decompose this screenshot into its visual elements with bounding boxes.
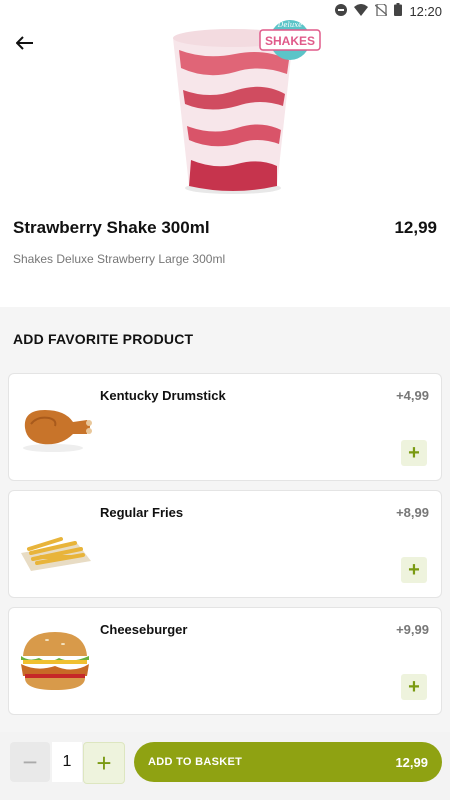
product-name: Kentucky Drumstick (100, 388, 226, 403)
product-card-cheeseburger[interactable]: Cheeseburger +9,99 + (8, 607, 442, 715)
battery-icon (394, 3, 403, 19)
add-favorite-section: ADD FAVORITE PRODUCT Kentucky Drumstick … (0, 307, 450, 800)
product-card-drumstick[interactable]: Kentucky Drumstick +4,99 + (8, 373, 442, 481)
product-image: Deluxe SHAKES (0, 20, 450, 200)
product-header: Strawberry Shake 300ml 12,99 (13, 218, 437, 238)
quantity-value: 1 (52, 742, 82, 782)
product-title: Strawberry Shake 300ml (13, 218, 210, 237)
quantity-decrement-button[interactable]: − (10, 742, 50, 782)
product-extra-price: +4,99 (396, 388, 429, 403)
drumstick-icon (17, 396, 93, 461)
basket-total: 12,99 (395, 754, 428, 770)
product-extra-price: +9,99 (396, 622, 429, 637)
wifi-icon (354, 3, 369, 19)
add-to-basket-button[interactable]: ADD TO BASKET 12,99 (134, 742, 442, 782)
burger-icon (17, 630, 93, 697)
product-extra-price: +8,99 (396, 505, 429, 520)
product-price: 12,99 (394, 218, 437, 237)
add-drumstick-button[interactable]: + (401, 440, 427, 466)
shakes-badge-logo: Deluxe SHAKES (259, 20, 321, 60)
svg-text:SHAKES: SHAKES (265, 34, 315, 48)
status-bar: 12:20 (0, 0, 450, 22)
add-cheeseburger-button[interactable]: + (401, 674, 427, 700)
fries-icon (17, 513, 93, 578)
do-not-disturb-icon (335, 3, 348, 19)
bottom-bar: − 1 + ADD TO BASKET 12,99 (0, 732, 450, 800)
add-fries-button[interactable]: + (401, 557, 427, 583)
status-time: 12:20 (409, 3, 442, 19)
svg-text:Deluxe: Deluxe (277, 21, 303, 29)
section-title: ADD FAVORITE PRODUCT (13, 331, 194, 347)
quantity-increment-button[interactable]: + (83, 742, 125, 784)
product-description: Shakes Deluxe Strawberry Large 300ml (13, 252, 226, 266)
add-to-basket-label: ADD TO BASKET (148, 756, 243, 768)
product-name: Regular Fries (100, 505, 184, 520)
product-card-fries[interactable]: Regular Fries +8,99 + (8, 490, 442, 598)
product-name: Cheeseburger (100, 622, 188, 637)
no-sim-icon (375, 2, 388, 19)
